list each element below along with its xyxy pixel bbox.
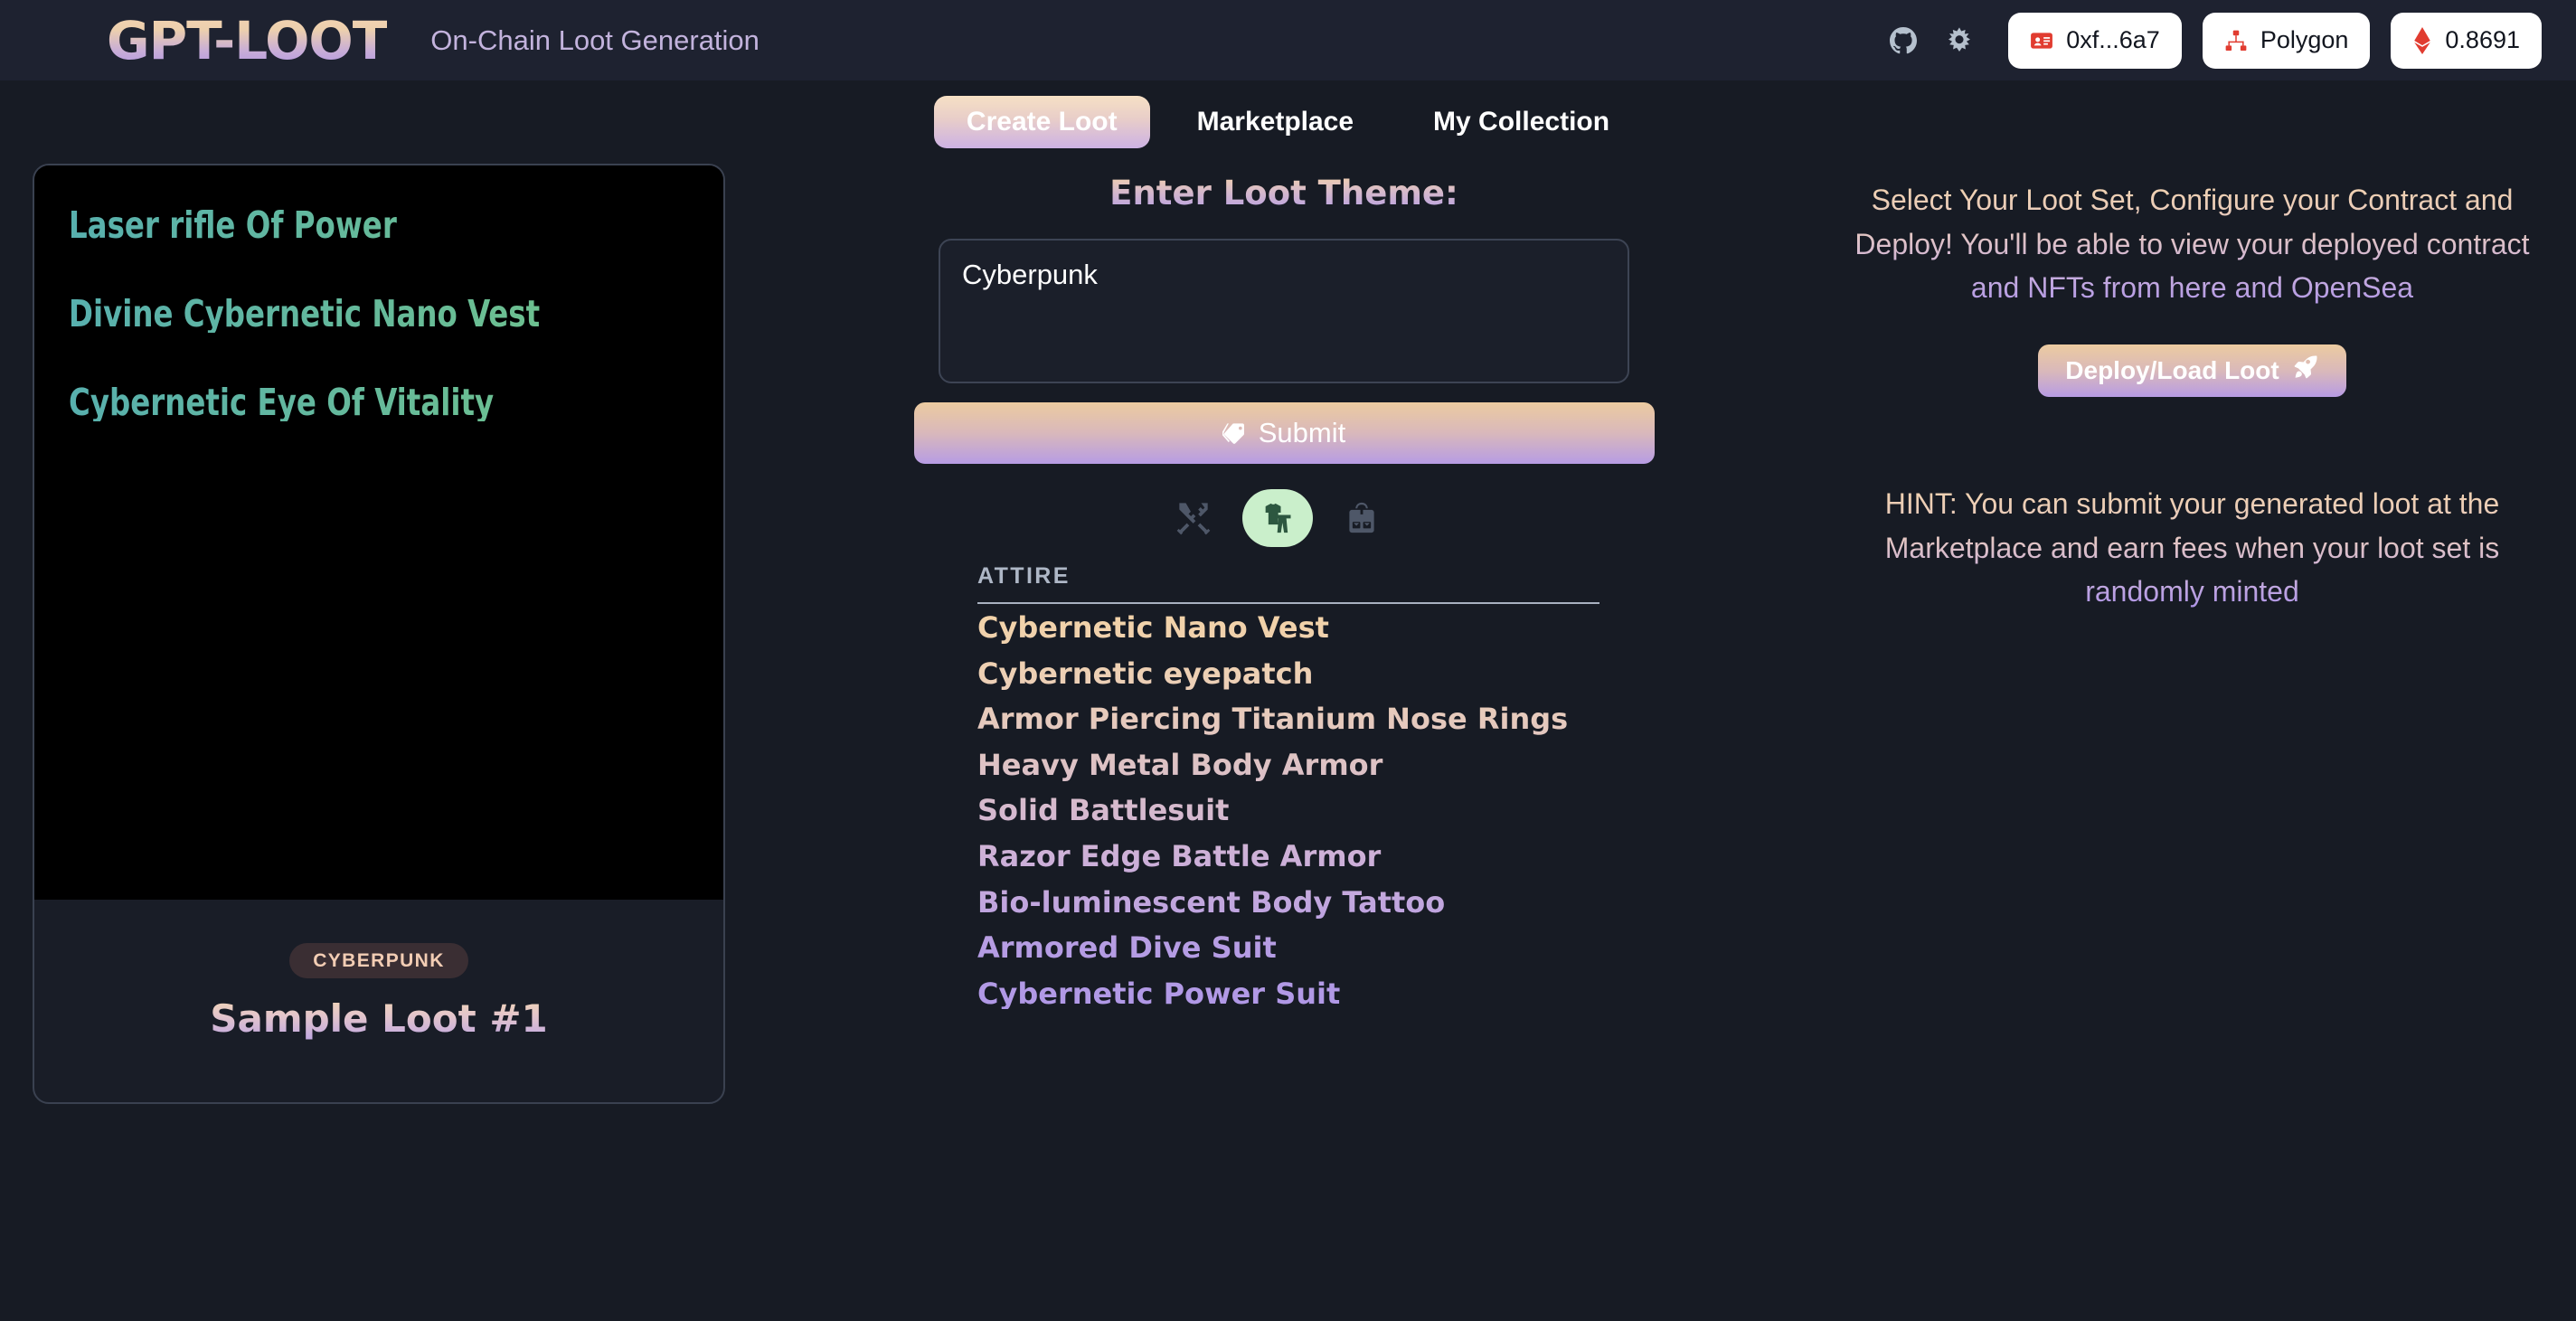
- list-item[interactable]: Armor Piercing Titanium Nose Rings: [977, 704, 1610, 735]
- sun-gear-icon[interactable]: [1931, 13, 1987, 69]
- category-gear[interactable]: [1333, 489, 1391, 547]
- list-item[interactable]: Cybernetic eyepatch: [977, 659, 1610, 690]
- left-column: Laser rifle Of Power Divine Cybernetic N…: [0, 153, 760, 1319]
- wallet-address-label: 0xf...6a7: [2066, 26, 2160, 53]
- list-item[interactable]: Cybernetic Power Suit: [977, 979, 1610, 1010]
- loot-line: Laser rifle Of Power: [69, 207, 615, 244]
- list-item[interactable]: Heavy Metal Body Armor: [977, 750, 1610, 781]
- loot-line: Divine Cybernetic Nano Vest: [69, 296, 615, 333]
- header-actions: 0xf...6a7 Polygon 0.8691: [1875, 0, 2542, 80]
- network-pill[interactable]: Polygon: [2202, 12, 2371, 69]
- list-item[interactable]: Bio-luminescent Body Tattoo: [977, 888, 1610, 919]
- balance-pill[interactable]: 0.8691: [2391, 12, 2542, 69]
- main-tabs: Create Loot Marketplace My Collection: [0, 91, 2576, 153]
- backpack-icon: [1345, 501, 1379, 535]
- app-header: GPT-LOOT On-Chain Loot Generation 0xf...…: [0, 0, 2576, 80]
- list-item[interactable]: Solid Battlesuit: [977, 796, 1610, 826]
- app-tagline: On-Chain Loot Generation: [430, 24, 760, 56]
- right-column: Select Your Loot Set, Configure your Con…: [1808, 153, 2576, 1319]
- category-weapons[interactable]: [1165, 489, 1222, 547]
- loot-card-meta: CYBERPUNK Sample Loot #1: [34, 900, 723, 1102]
- tab-my-collection[interactable]: My Collection: [1401, 96, 1642, 148]
- tab-create-loot[interactable]: Create Loot: [933, 96, 1150, 148]
- category-attire[interactable]: [1242, 489, 1313, 547]
- deploy-button-label: Deploy/Load Loot: [2065, 355, 2279, 384]
- deploy-load-loot-button[interactable]: Deploy/Load Loot: [2038, 344, 2346, 397]
- loot-card-title: Sample Loot #1: [210, 996, 548, 1041]
- main-content: Laser rifle Of Power Divine Cybernetic N…: [0, 153, 2576, 1319]
- submit-button-label: Submit: [1258, 417, 1346, 448]
- theme-badge: CYBERPUNK: [289, 943, 468, 978]
- tab-marketplace[interactable]: Marketplace: [1165, 96, 1386, 148]
- marketplace-hint: HINT: You can submit your generated loot…: [1835, 482, 2550, 614]
- loot-list-heading: ATTIRE: [977, 565, 1599, 604]
- list-item[interactable]: Cybernetic Nano Vest: [977, 613, 1610, 644]
- list-item[interactable]: Armored Dive Suit: [977, 933, 1610, 964]
- tag-icon: [1222, 421, 1246, 445]
- network-sitemap-icon: [2224, 29, 2248, 52]
- loot-line: Cybernetic Eye Of Vitality: [69, 384, 615, 421]
- network-label: Polygon: [2260, 26, 2349, 53]
- list-item[interactable]: Razor Edge Battle Armor: [977, 842, 1610, 873]
- sample-loot-card[interactable]: Laser rifle Of Power Divine Cybernetic N…: [33, 164, 725, 1104]
- enter-theme-heading: Enter Loot Theme:: [1109, 174, 1458, 212]
- github-icon[interactable]: [1875, 13, 1931, 69]
- crossed-swords-icon: [1175, 500, 1212, 536]
- loot-theme-input[interactable]: [939, 239, 1629, 383]
- loot-list-items: Cybernetic Nano Vest Cybernetic eyepatch…: [977, 613, 1610, 1009]
- deploy-instructions: Select Your Loot Set, Configure your Con…: [1835, 178, 2550, 310]
- category-selector: [1165, 489, 1391, 547]
- ethereum-diamond-icon: [2412, 26, 2432, 54]
- submit-button[interactable]: Submit: [913, 402, 1655, 464]
- balance-label: 0.8691: [2445, 26, 2520, 53]
- center-column: Enter Loot Theme: Submit: [760, 153, 1808, 1319]
- loot-svg-preview: Laser rifle Of Power Divine Cybernetic N…: [34, 165, 723, 900]
- rocket-icon: [2292, 354, 2319, 387]
- wallet-address-pill[interactable]: 0xf...6a7: [2008, 12, 2182, 69]
- clothing-icon: [1260, 500, 1296, 536]
- app-brand-logo: GPT-LOOT: [107, 9, 388, 71]
- loot-list: ATTIRE Cybernetic Nano Vest Cybernetic e…: [977, 565, 1610, 1024]
- id-card-icon: [2030, 29, 2053, 52]
